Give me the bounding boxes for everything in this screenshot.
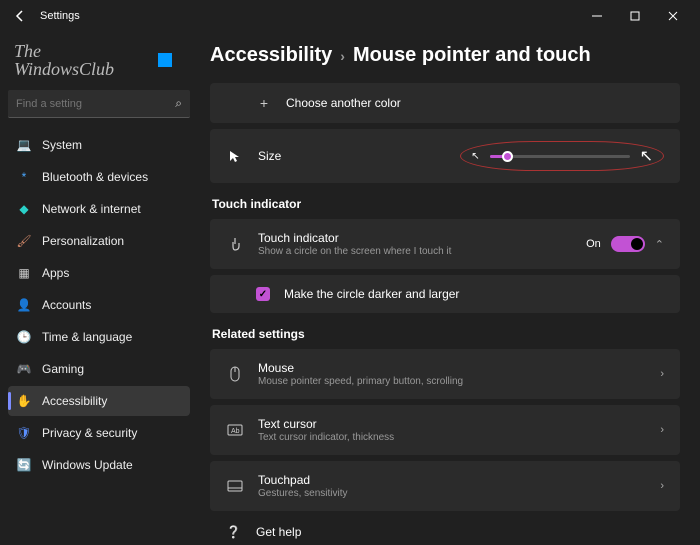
nav-icon: ◆	[16, 201, 32, 217]
text-icon: Ab	[226, 424, 244, 436]
darker-checkbox[interactable]: ✓	[256, 287, 270, 301]
page-title: Mouse pointer and touch	[353, 44, 591, 67]
logo: The WindowsClub	[8, 36, 190, 84]
breadcrumb-parent[interactable]: Accessibility	[210, 44, 332, 67]
sidebar-item-accounts[interactable]: 👤 Accounts	[8, 290, 190, 320]
help-icon: ❔	[226, 525, 244, 539]
nav-icon: 💻	[16, 137, 32, 153]
sidebar-item-gaming[interactable]: 🎮 Gaming	[8, 354, 190, 384]
chevron-right-icon: ›	[660, 368, 664, 380]
logo-icon	[158, 53, 172, 67]
choose-color-row[interactable]: + Choose another color	[210, 83, 680, 123]
nav-icon: 🔄	[16, 457, 32, 473]
nav-label: Bluetooth & devices	[42, 170, 148, 184]
nav-label: Gaming	[42, 362, 84, 376]
touch-section-heading: Touch indicator	[212, 197, 680, 211]
search-box[interactable]: ⌕	[8, 90, 190, 118]
cursor-small-icon: ↖	[471, 151, 479, 162]
chevron-right-icon: ›	[660, 424, 664, 436]
nav-icon: 👤	[16, 297, 32, 313]
sidebar-item-apps[interactable]: ▦ Apps	[8, 258, 190, 288]
related-section-heading: Related settings	[212, 327, 680, 341]
nav-icon: 🛡	[16, 425, 32, 441]
chevron-right-icon: ›	[660, 480, 664, 492]
cursor-icon	[226, 149, 244, 163]
nav-label: System	[42, 138, 82, 152]
related-text-cursor[interactable]: AbText cursorText cursor indicator, thic…	[210, 405, 680, 455]
nav-label: Apps	[42, 266, 69, 280]
sidebar-item-windows-update[interactable]: 🔄 Windows Update	[8, 450, 190, 480]
size-row[interactable]: Size ↖ ↖	[210, 129, 680, 183]
nav-icon: ▦	[16, 265, 32, 281]
search-input[interactable]	[16, 98, 175, 110]
breadcrumb: Accessibility › Mouse pointer and touch	[210, 44, 680, 67]
sidebar-item-personalization[interactable]: 🖌 Personalization	[8, 226, 190, 256]
nav-label: Accessibility	[42, 394, 107, 408]
nav-label: Personalization	[42, 234, 124, 248]
sidebar-item-bluetooth-devices[interactable]: * Bluetooth & devices	[8, 162, 190, 192]
touchpad-icon	[226, 480, 244, 492]
back-button[interactable]	[8, 4, 32, 28]
app-title: Settings	[40, 10, 80, 22]
mouse-icon	[226, 366, 244, 382]
nav-icon: 🖌	[16, 233, 32, 249]
related-touchpad[interactable]: TouchpadGestures, sensitivity›	[210, 461, 680, 511]
touch-indicator-row[interactable]: Touch indicator Show a circle on the scr…	[210, 219, 680, 269]
svg-text:Ab: Ab	[231, 428, 240, 435]
main-content: Accessibility › Mouse pointer and touch …	[198, 32, 700, 545]
nav-icon: *	[16, 169, 32, 185]
maximize-button[interactable]	[616, 2, 654, 30]
darker-larger-row[interactable]: ✓ Make the circle darker and larger	[210, 275, 680, 313]
slider-thumb[interactable]	[502, 151, 513, 162]
nav-label: Network & internet	[42, 202, 141, 216]
close-button[interactable]	[654, 2, 692, 30]
sidebar-item-network-internet[interactable]: ◆ Network & internet	[8, 194, 190, 224]
nav-label: Time & language	[42, 330, 132, 344]
related-mouse[interactable]: MouseMouse pointer speed, primary button…	[210, 349, 680, 399]
nav-icon: 🎮	[16, 361, 32, 377]
minimize-button[interactable]	[578, 2, 616, 30]
titlebar: Settings	[0, 0, 700, 32]
nav-label: Windows Update	[42, 458, 133, 472]
chevron-up-icon[interactable]: ⌃	[655, 238, 664, 251]
nav-icon: 🕒	[16, 329, 32, 345]
cursor-large-icon: ↖	[640, 146, 653, 166]
size-slider[interactable]	[490, 155, 630, 158]
plus-icon: +	[256, 95, 272, 111]
sidebar-item-time-language[interactable]: 🕒 Time & language	[8, 322, 190, 352]
sidebar-item-system[interactable]: 💻 System	[8, 130, 190, 160]
sidebar: The WindowsClub ⌕ 💻 System * Bluetooth & de…	[0, 32, 198, 545]
sidebar-item-privacy-security[interactable]: 🛡 Privacy & security	[8, 418, 190, 448]
toggle-state-label: On	[586, 238, 601, 250]
sidebar-item-accessibility[interactable]: ✋ Accessibility	[8, 386, 190, 416]
touch-icon	[226, 236, 244, 252]
touch-toggle[interactable]	[611, 236, 645, 252]
nav-label: Accounts	[42, 298, 91, 312]
nav-label: Privacy & security	[42, 426, 137, 440]
get-help-link[interactable]: ❔ Get help	[210, 517, 680, 545]
size-slider-highlight: ↖ ↖	[460, 141, 664, 171]
search-icon: ⌕	[175, 96, 182, 111]
nav-icon: ✋	[16, 393, 32, 409]
chevron-right-icon: ›	[340, 48, 345, 64]
